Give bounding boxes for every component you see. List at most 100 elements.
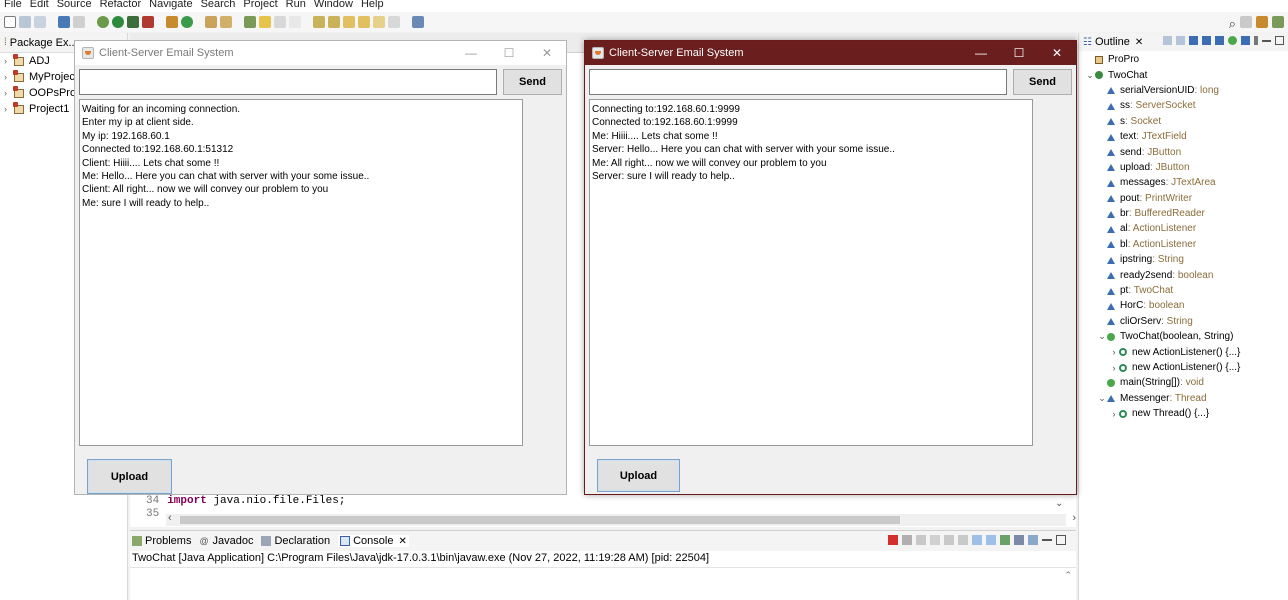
outline-item[interactable]: text : JTextField — [1079, 129, 1288, 144]
hide-nonpublic-icon[interactable] — [1215, 36, 1224, 45]
pin-editor-icon[interactable] — [412, 16, 424, 28]
tab-declaration[interactable]: Declaration — [261, 535, 330, 547]
scroll-right-icon[interactable]: › — [1072, 512, 1076, 524]
chevron-right-icon[interactable]: › — [1109, 347, 1119, 357]
server-window-titlebar[interactable]: Client-Server Email System — ☐ ✕ — [75, 41, 566, 65]
message-input[interactable] — [589, 69, 1007, 95]
upload-button[interactable]: Upload — [597, 459, 680, 492]
scroll-left-icon[interactable]: ‹ — [168, 512, 172, 524]
menu-source[interactable]: Source — [53, 0, 96, 12]
menu-help[interactable]: Help — [357, 0, 388, 12]
new-java-project-icon[interactable] — [166, 16, 178, 28]
messages-area[interactable]: Connecting to:192.168.60.1:9999 Connected… — [589, 99, 1033, 446]
minimize-window-icon[interactable]: — — [452, 41, 490, 65]
minimize-icon[interactable] — [1262, 36, 1271, 42]
nav-back-icon[interactable] — [373, 16, 385, 28]
save-all-icon[interactable] — [34, 16, 46, 28]
show-on-output-icon[interactable] — [972, 535, 982, 545]
outline-item[interactable]: al : ActionListener — [1079, 221, 1288, 236]
outline-item[interactable]: messages : JTextArea — [1079, 175, 1288, 190]
run-icon[interactable] — [112, 16, 124, 28]
outline-item[interactable]: bl : ActionListener — [1079, 237, 1288, 252]
menu-refactor[interactable]: Refactor — [96, 0, 146, 12]
outline-item[interactable]: HorC : boolean — [1079, 298, 1288, 313]
outline-item[interactable]: ready2send : boolean — [1079, 267, 1288, 282]
chevron-down-icon[interactable]: ⌄ — [1097, 331, 1107, 342]
maximize-icon[interactable] — [1275, 36, 1284, 45]
outline-item[interactable]: ⌄ TwoChat — [1079, 67, 1288, 82]
remove-all-icon[interactable] — [916, 535, 926, 545]
outline-item[interactable]: ⌄ TwoChat(boolean, String) — [1079, 329, 1288, 344]
chevron-right-icon[interactable]: › — [1109, 363, 1119, 373]
forward-icon[interactable] — [358, 16, 370, 28]
outline-item[interactable]: ipstring : String — [1079, 252, 1288, 267]
mark-occurrences-icon[interactable] — [259, 16, 271, 28]
minimize-window-icon[interactable]: — — [962, 41, 1000, 65]
menu-project[interactable]: Project — [239, 0, 281, 12]
hide-static-icon[interactable] — [1202, 36, 1211, 45]
menu-run[interactable]: Run — [282, 0, 310, 12]
scroll-up-icon[interactable]: ⌃ — [1064, 570, 1072, 581]
link-editor-icon[interactable] — [1241, 36, 1250, 45]
upload-button[interactable]: Upload — [87, 459, 172, 494]
remove-launch-icon[interactable] — [902, 535, 912, 545]
skip-breakpoints-icon[interactable] — [73, 16, 85, 28]
new-icon[interactable] — [4, 16, 16, 28]
pin-console-icon[interactable] — [1000, 535, 1010, 545]
menu-window[interactable]: Window — [310, 0, 357, 12]
back-icon[interactable] — [343, 16, 355, 28]
send-button[interactable]: Send — [503, 69, 562, 95]
close-icon[interactable]: ✕ — [398, 536, 406, 547]
nav-forward-icon[interactable] — [388, 16, 400, 28]
scrollbar-thumb[interactable] — [180, 516, 900, 524]
open-console-icon[interactable] — [1028, 535, 1038, 545]
chevron-down-icon[interactable]: ⌄ — [1097, 393, 1107, 404]
new-class-icon[interactable] — [181, 16, 193, 28]
sort-icon[interactable] — [1176, 36, 1185, 45]
outline-item[interactable]: ProPro — [1079, 52, 1288, 67]
open-task-icon[interactable] — [220, 16, 232, 28]
outline-item[interactable]: › new ActionListener() {...} — [1079, 360, 1288, 375]
outline-item[interactable]: › new ActionListener() {...} — [1079, 344, 1288, 359]
outline-item[interactable]: main(String[]) : void — [1079, 375, 1288, 390]
next-annotation-icon[interactable] — [313, 16, 325, 28]
menu-navigate[interactable]: Navigate — [145, 0, 196, 12]
close-window-icon[interactable]: ✕ — [528, 41, 566, 65]
hide-local-types-icon[interactable] — [1228, 36, 1237, 45]
maximize-window-icon[interactable]: ☐ — [1000, 41, 1038, 65]
outline-item[interactable]: serialVersionUID : long — [1079, 83, 1288, 98]
outline-item[interactable]: › new Thread() {...} — [1079, 406, 1288, 421]
close-window-icon[interactable]: ✕ — [1038, 41, 1076, 65]
word-wrap-console-icon[interactable] — [958, 535, 968, 545]
menu-edit[interactable]: Edit — [26, 0, 53, 12]
terminal-icon[interactable] — [58, 16, 70, 28]
perspective-open-icon[interactable] — [1240, 16, 1252, 28]
chevron-down-icon[interactable]: ⌄ — [1085, 70, 1095, 81]
maximize-window-icon[interactable]: ☐ — [490, 41, 528, 65]
outline-item[interactable]: pout : PrintWriter — [1079, 191, 1288, 206]
outline-item[interactable]: pt : TwoChat — [1079, 283, 1288, 298]
search-icon[interactable]: ⌕ — [1229, 16, 1236, 32]
collapse-all-icon[interactable] — [1163, 36, 1172, 45]
show-whitespace-icon[interactable] — [289, 16, 301, 28]
scroll-lock-icon[interactable] — [944, 535, 954, 545]
show-on-error-icon[interactable] — [986, 535, 996, 545]
maximize-icon[interactable] — [1056, 535, 1066, 545]
hide-fields-icon[interactable] — [1189, 36, 1198, 45]
outline-item[interactable]: ⌄ Messenger : Thread — [1079, 391, 1288, 406]
menu-search[interactable]: Search — [197, 0, 240, 12]
open-type-icon[interactable] — [205, 16, 217, 28]
close-icon[interactable]: ✕ — [1135, 37, 1143, 48]
clear-console-icon[interactable] — [930, 535, 940, 545]
tab-console[interactable]: Console ✕ — [338, 535, 409, 547]
scroll-down-icon[interactable]: ⌄ — [1055, 498, 1063, 509]
menu-file[interactable]: File — [0, 0, 26, 12]
outline-item[interactable]: cliOrServ : String — [1079, 314, 1288, 329]
java-perspective-icon[interactable] — [1256, 16, 1268, 28]
word-wrap-icon[interactable] — [274, 16, 286, 28]
tab-outline[interactable]: ☷ Outline ✕ — [1079, 33, 1288, 51]
minimize-icon[interactable] — [1042, 535, 1052, 541]
outline-item[interactable]: s : Socket — [1079, 114, 1288, 129]
coverage-icon[interactable] — [127, 16, 139, 28]
messages-area[interactable]: Waiting for an incoming connection. Enter… — [79, 99, 523, 446]
